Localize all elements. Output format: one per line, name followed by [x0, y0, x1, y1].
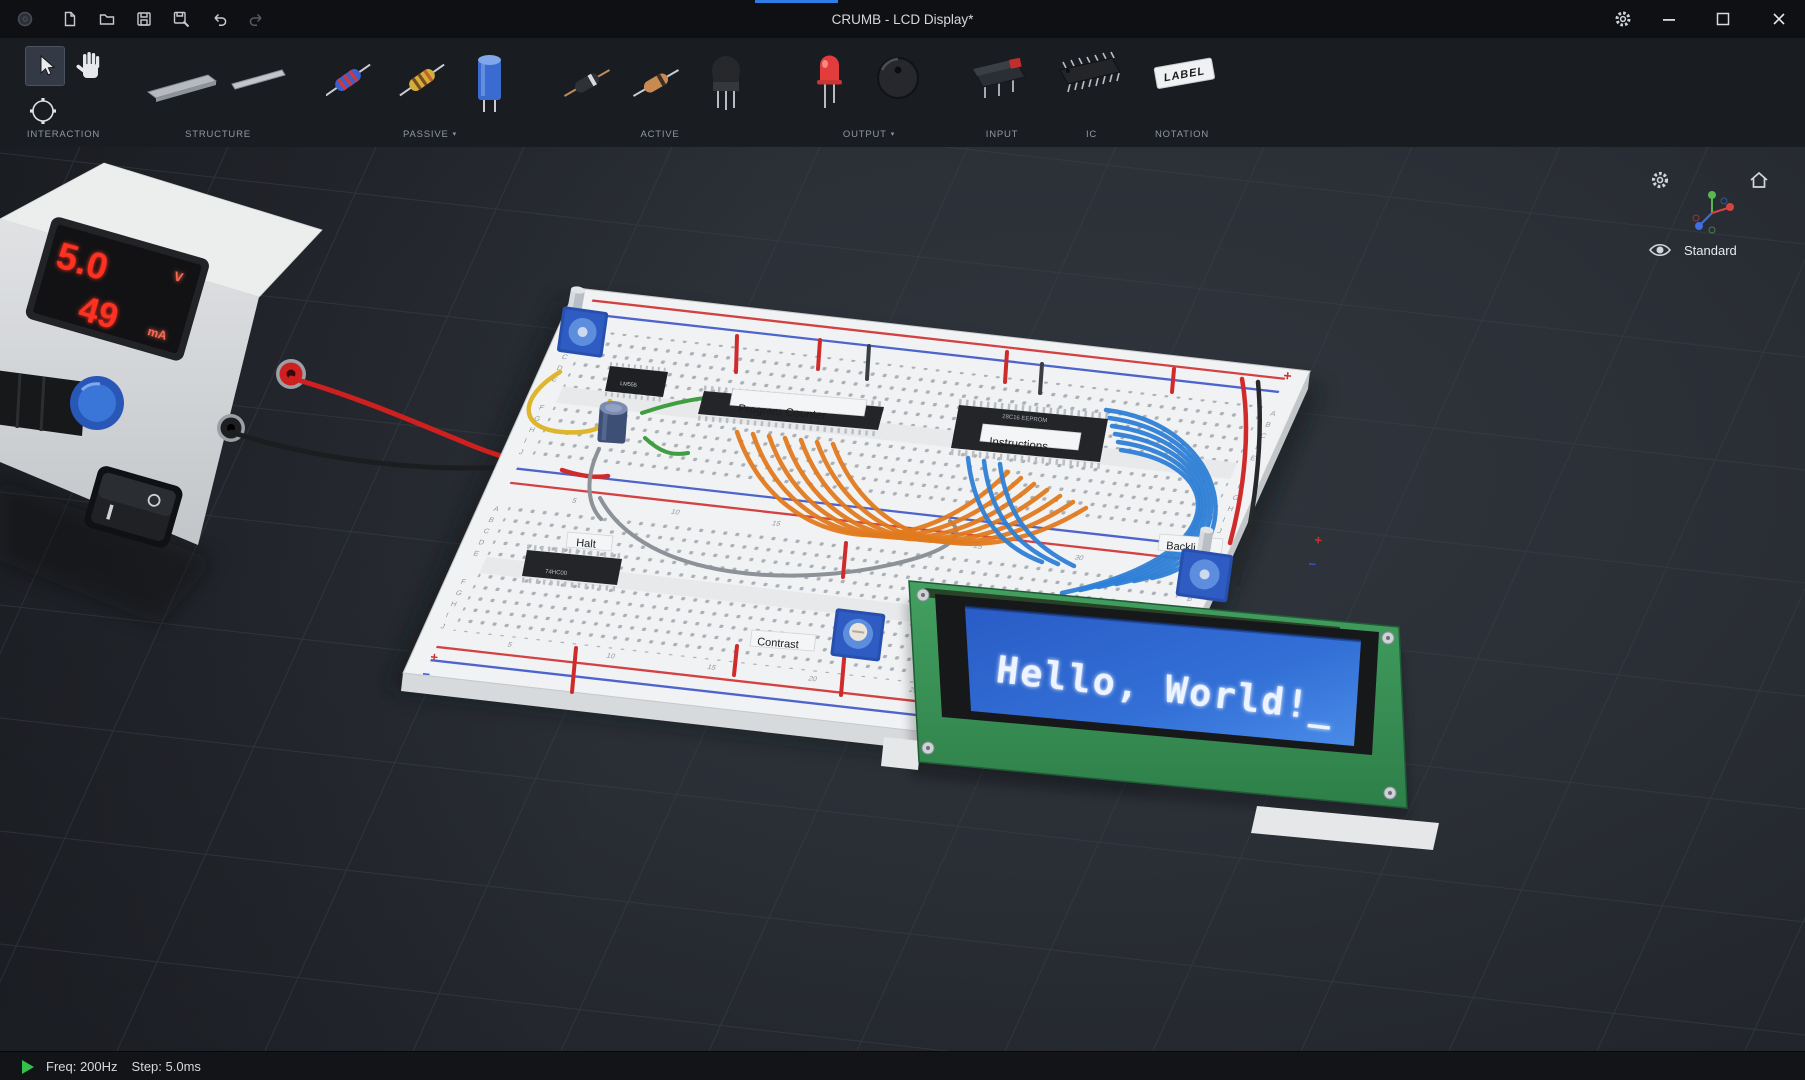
psu-negative-jack[interactable] [217, 414, 245, 442]
axis-orientation-gizmo[interactable] [1688, 189, 1736, 237]
app-logo-icon [14, 8, 36, 30]
tool-group-passive: PASSIVE▾ [326, 38, 534, 147]
statusbar: Freq: 200Hz Step: 5.0ms [0, 1051, 1805, 1080]
status-step: Step: 5.0ms [132, 1059, 201, 1074]
halt-label: Halt [576, 537, 597, 551]
orbit-selection-tool[interactable] [28, 96, 58, 126]
viewport-3d[interactable]: 5.0 V 49 mA [0, 147, 1805, 1051]
lcd-foot-left [881, 737, 921, 770]
crumb-app-window: CRUMB - LCD Display* I [0, 0, 1805, 1080]
redo-icon[interactable] [245, 8, 267, 30]
pan-hand-tool[interactable] [74, 48, 108, 86]
status-frequency: Freq: 200Hz [46, 1059, 118, 1074]
tool-group-active: ACTIVE [524, 38, 796, 147]
minus-mark: − [1308, 556, 1318, 572]
potentiometer-contrast[interactable] [830, 608, 885, 662]
tool-group-input: INPUT [961, 38, 1043, 147]
toolbar-label-output: OUTPUT▾ [800, 129, 938, 140]
select-cursor-tool[interactable] [25, 46, 65, 86]
plus-mark: + [1314, 532, 1324, 548]
toolbar-label-interaction: INTERACTION [0, 129, 127, 140]
output-dropdown-icon: ▾ [891, 131, 895, 138]
new-file-icon[interactable] [58, 8, 80, 30]
passive-component-icons[interactable] [326, 38, 534, 118]
toolbar-label-input: INPUT [961, 129, 1043, 140]
scene-3d-view[interactable]: 5.0 V 49 mA [0, 147, 1805, 1051]
active-component-icons[interactable] [524, 38, 796, 118]
accent-strip [755, 0, 838, 3]
ic-chip-icon[interactable] [1048, 38, 1135, 118]
structure-strip-icons[interactable] [132, 38, 304, 118]
close-button[interactable] [1764, 4, 1794, 34]
toolbar-label-passive: PASSIVE▾ [326, 129, 534, 140]
view-mode-eye-icon[interactable] [1648, 240, 1672, 260]
tool-group-interaction: INTERACTION [0, 38, 127, 147]
home-view-icon[interactable] [1747, 168, 1771, 192]
toolbar-label-structure: STRUCTURE [132, 129, 304, 140]
simulation-status: Freq: 200Hz Step: 5.0ms [46, 1059, 201, 1074]
minimize-button[interactable] [1654, 4, 1684, 34]
output-component-icons[interactable] [800, 38, 938, 118]
input-component-icon[interactable] [961, 38, 1043, 118]
toolbar-label-active: ACTIVE [524, 129, 796, 140]
save-as-icon[interactable] [170, 8, 192, 30]
tool-group-ic: IC [1048, 38, 1135, 147]
label-tag-icon[interactable]: LABEL [1140, 38, 1224, 118]
passive-dropdown-icon: ▾ [453, 131, 457, 138]
psu-knob[interactable] [0, 370, 124, 436]
maximize-button[interactable] [1708, 4, 1738, 34]
plus-mark: + [1283, 367, 1293, 384]
open-file-icon[interactable] [96, 8, 118, 30]
toolbar-label-ic: IC [1048, 129, 1135, 140]
save-icon[interactable] [133, 8, 155, 30]
viewport-settings-gear-icon[interactable] [1648, 168, 1672, 192]
window-title: CRUMB - LCD Display* [0, 0, 1805, 38]
capacitor[interactable] [597, 400, 628, 444]
tool-group-notation: LABEL NOTATION [1140, 38, 1224, 147]
psu-positive-jack[interactable] [276, 359, 306, 389]
tool-group-output: OUTPUT▾ [800, 38, 938, 147]
undo-icon[interactable] [208, 8, 230, 30]
component-toolbar: INTERACTION STRUCTURE [0, 38, 1805, 148]
tool-group-structure: STRUCTURE [132, 38, 304, 147]
view-mode-label[interactable]: Standard [1684, 243, 1737, 258]
power-supply[interactable]: 5.0 V 49 mA [0, 163, 322, 550]
titlebar[interactable]: CRUMB - LCD Display* [0, 0, 1805, 38]
play-button[interactable] [22, 1060, 34, 1074]
toolbar-label-notation: NOTATION [1140, 129, 1224, 140]
settings-gear-icon[interactable] [1608, 4, 1638, 34]
